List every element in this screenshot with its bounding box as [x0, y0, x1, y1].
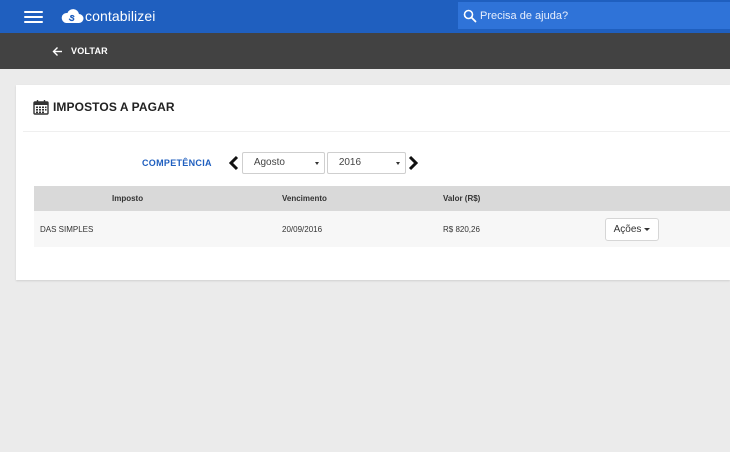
- page-title: IMPOSTOS A PAGAR: [53, 100, 175, 114]
- card-header: IMPOSTOS A PAGAR: [33, 99, 175, 115]
- arrow-left-icon: [52, 46, 62, 56]
- app-logo[interactable]: contabilizei: [60, 6, 155, 26]
- competencia-filter: COMPETÊNCIA Agosto 2016: [142, 151, 420, 175]
- competencia-label: COMPETÊNCIA: [142, 158, 212, 168]
- year-select-value: 2016: [338, 157, 362, 168]
- search-box[interactable]: [458, 2, 730, 29]
- divider: [23, 131, 730, 132]
- next-month-button[interactable]: [406, 153, 420, 173]
- actions-dropdown-button[interactable]: Ações: [605, 218, 659, 241]
- back-label: VOLTAR: [71, 46, 108, 56]
- brand-name: contabilizei: [85, 8, 156, 24]
- cell-valor: R$ 820,26: [443, 224, 480, 234]
- column-header-imposto: Imposto: [112, 194, 144, 203]
- caret-down-icon: [314, 162, 319, 165]
- table-header: Imposto Vencimento Valor (R$): [34, 186, 730, 211]
- previous-month-button[interactable]: [227, 153, 241, 173]
- search-icon: [463, 9, 477, 22]
- column-header-vencimento: Vencimento: [282, 194, 327, 203]
- month-select[interactable]: Agosto: [241, 152, 325, 174]
- caret-down-icon: [395, 162, 400, 165]
- year-select[interactable]: 2016: [326, 152, 406, 174]
- search-input[interactable]: [480, 9, 720, 22]
- cell-vencimento: 20/09/2016: [282, 224, 323, 234]
- calendar-icon: [33, 100, 49, 115]
- actions-label: Ações: [613, 224, 642, 235]
- chevron-right-icon: [408, 155, 418, 171]
- menu-icon[interactable]: [24, 10, 43, 24]
- caret-down-icon: [644, 228, 651, 231]
- table-row: DAS SIMPLES 20/09/2016 R$ 820,26 Ações: [34, 211, 730, 247]
- sub-toolbar: VOLTAR: [0, 33, 730, 69]
- cloud-logo-icon: [61, 9, 84, 23]
- chevron-left-icon: [228, 155, 238, 171]
- taxes-card: IMPOSTOS A PAGAR COMPETÊNCIA Agosto 2016…: [16, 85, 730, 280]
- column-header-valor: Valor (R$): [443, 194, 481, 203]
- top-app-bar: contabilizei: [0, 0, 730, 33]
- month-select-value: Agosto: [253, 157, 285, 168]
- back-button[interactable]: VOLTAR: [52, 44, 108, 58]
- cell-imposto: DAS SIMPLES: [40, 224, 94, 234]
